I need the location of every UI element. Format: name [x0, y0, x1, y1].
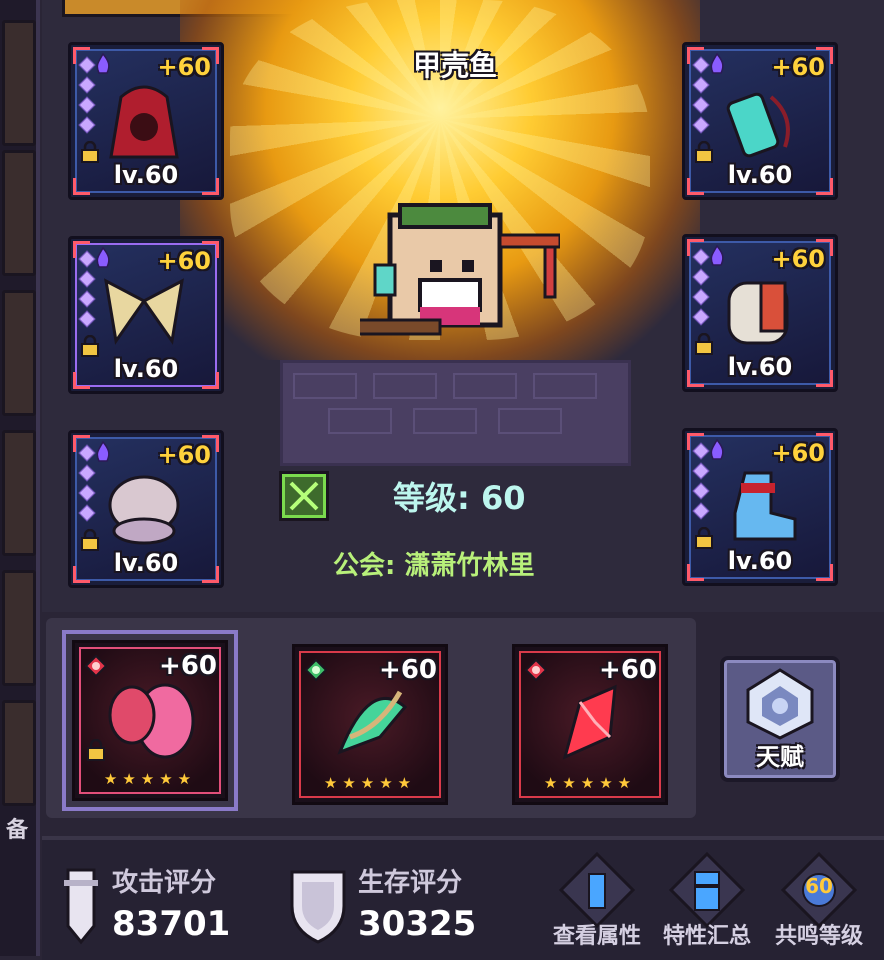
character-stats: 等级: 60 公会: 潇萧竹林里	[275, 465, 595, 595]
weapon-slot-1[interactable]: +60 ★★★★★	[62, 630, 238, 811]
gear-slot-boots[interactable]: +60 lv.60	[682, 428, 838, 586]
lock-icon	[81, 335, 99, 357]
weapon-enhance-level: +60	[159, 651, 217, 681]
enhance-level: +60	[157, 441, 211, 469]
lock-icon	[87, 739, 105, 761]
weapon-enhance-level: +60	[599, 655, 657, 685]
item-level: lv.60	[727, 353, 793, 381]
survival-score-label: 生存评分	[358, 868, 463, 898]
crystal-weapon-icon	[562, 684, 617, 760]
hood-icon	[109, 85, 179, 159]
side-tab[interactable]	[2, 430, 36, 556]
resonance-badge: 60	[805, 874, 833, 898]
lock-icon	[695, 527, 713, 549]
trait-summary-button[interactable]: 特性汇总	[652, 844, 762, 956]
gear-slot-bracer[interactable]: +60 lv.60	[682, 234, 838, 392]
bow-weapon-icon	[337, 690, 408, 755]
enhance-level: +60	[771, 245, 825, 273]
weapon-enhance-level: +60	[379, 655, 437, 685]
purple-flame-icon	[710, 53, 724, 74]
purple-flame-icon	[96, 247, 110, 268]
lock-icon	[81, 529, 99, 551]
character-pedestal	[280, 360, 631, 466]
gear-slot-wings[interactable]: +60 lv.60	[68, 236, 224, 394]
enhance-level: +60	[157, 53, 211, 81]
item-level: lv.60	[113, 161, 179, 189]
purple-flame-icon	[710, 245, 724, 266]
enhance-level: +60	[771, 439, 825, 467]
side-tab[interactable]	[2, 150, 36, 276]
survival-score-value: 30325	[358, 904, 477, 944]
weapon-slot-2[interactable]: +60 ★★★★★	[292, 644, 448, 805]
resonance-level-label: 共鸣等级	[774, 924, 863, 949]
armor-icon	[108, 475, 180, 545]
bottom-score-bar: 攻击评分 83701 生存评分 30325 查看属性 特性汇总 60 共鸣等级	[42, 836, 884, 960]
item-level: lv.60	[727, 547, 793, 575]
star-rating: ★★★★★	[103, 770, 197, 788]
level-label: 等级: 60	[393, 479, 526, 517]
side-tab[interactable]	[2, 700, 36, 806]
rune-gems	[692, 441, 710, 525]
survival-score: 生存评分 30325	[282, 852, 522, 952]
rune-gems	[692, 247, 710, 331]
star-rating: ★★★★★	[323, 774, 417, 792]
gear-slot-hood[interactable]: +60 lv.60	[68, 42, 224, 200]
lock-icon	[81, 141, 99, 163]
rune-gems	[78, 249, 96, 333]
talent-label: 天赋	[756, 743, 804, 771]
gear-slot-potion[interactable]: +60 lv.60	[682, 42, 838, 200]
potion-icon	[726, 92, 790, 158]
attack-score: 攻击评分 83701	[50, 852, 290, 952]
boots-icon	[733, 471, 797, 541]
purple-flame-icon	[96, 53, 110, 74]
character-sprite[interactable]	[360, 195, 560, 370]
trait-summary-label: 特性汇总	[662, 924, 751, 949]
side-tab[interactable]	[2, 570, 36, 686]
item-level: lv.60	[113, 355, 179, 383]
character-name: 甲壳鱼	[412, 49, 497, 82]
purple-flame-icon	[96, 441, 110, 462]
shield-weapon-icon	[108, 683, 195, 759]
attack-score-label: 攻击评分	[112, 868, 217, 898]
sword-icon	[64, 868, 98, 945]
lock-icon	[695, 141, 713, 163]
item-level: lv.60	[113, 549, 179, 577]
guild-label[interactable]: 公会: 潇萧竹林里	[333, 545, 534, 582]
lock-icon	[695, 333, 713, 355]
view-attributes-button[interactable]: 查看属性	[542, 844, 652, 956]
item-level: lv.60	[727, 161, 793, 189]
rune-gems	[78, 55, 96, 139]
side-tab[interactable]	[2, 290, 36, 416]
enhance-level: +60	[157, 247, 211, 275]
crossed-swords-icon	[289, 481, 319, 511]
star-rating: ★★★★★	[543, 774, 637, 792]
enhance-level: +60	[771, 53, 825, 81]
talent-emblem-icon	[746, 668, 814, 740]
rune-gems	[692, 55, 710, 139]
talent-button[interactable]: 天赋	[720, 656, 840, 782]
shield-icon	[290, 870, 346, 944]
weapon-slot-3[interactable]: +60 ★★★★★	[512, 644, 668, 805]
class-icon[interactable]	[279, 471, 329, 521]
attack-score-value: 83701	[112, 904, 231, 944]
rune-gems	[78, 443, 96, 527]
equipment-tab-char[interactable]: 备	[0, 812, 34, 844]
purple-flame-icon	[710, 439, 724, 460]
bracer-icon	[727, 281, 789, 345]
gear-slot-armor[interactable]: +60 lv.60	[68, 430, 224, 588]
resonance-level-button[interactable]: 60 共鸣等级	[764, 844, 874, 956]
wings-icon	[104, 278, 184, 345]
left-sidebar-strip: 备	[0, 0, 40, 956]
side-tab[interactable]	[2, 20, 36, 146]
